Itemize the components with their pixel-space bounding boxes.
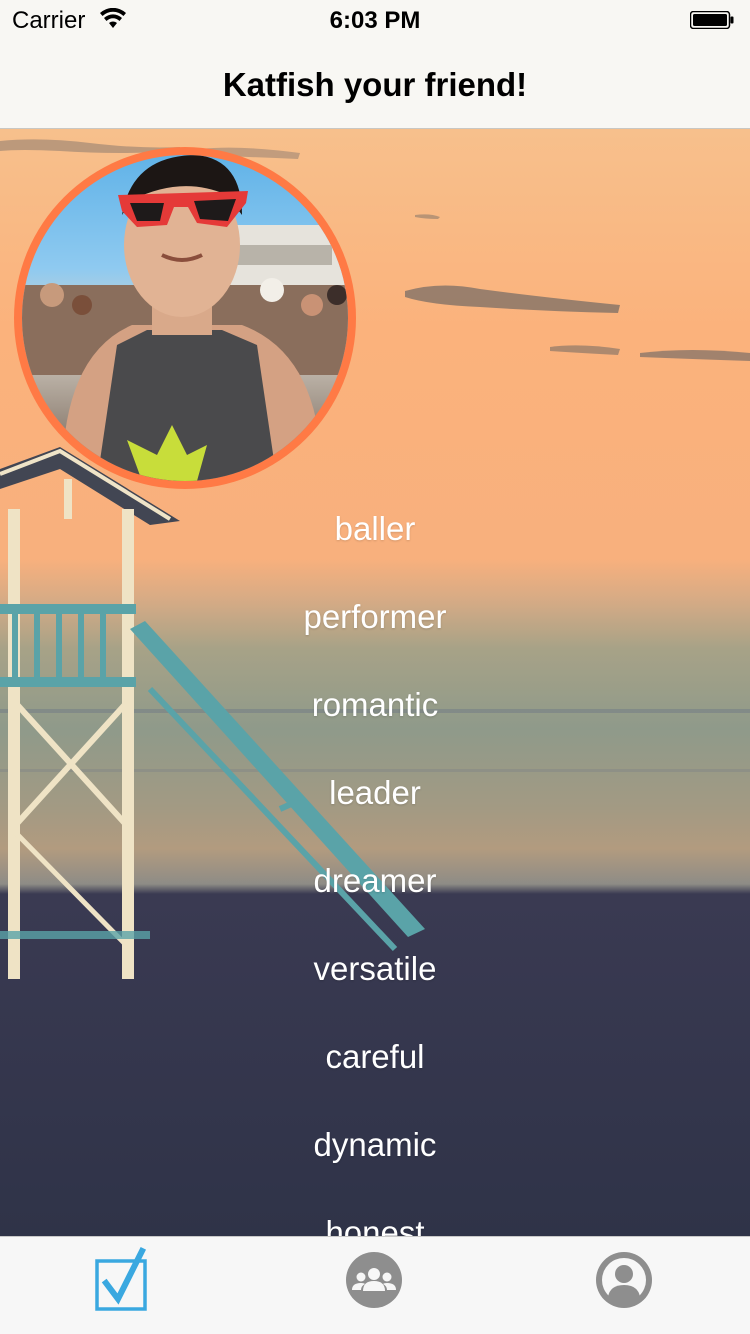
trait-option[interactable]: versatile — [0, 937, 750, 1025]
avatar-photo — [22, 155, 348, 481]
page-title: Katfish your friend! — [222, 66, 528, 103]
trait-option[interactable]: dreamer — [0, 849, 750, 937]
trait-list[interactable]: baller performer romantic leader dreamer… — [0, 497, 750, 1289]
trait-option[interactable]: leader — [0, 761, 750, 849]
tab-friends[interactable] — [334, 1243, 414, 1323]
trait-option[interactable]: baller — [0, 497, 750, 585]
status-bar: Carrier 6:03 PM — [0, 0, 750, 40]
trait-option[interactable]: dynamic — [0, 1113, 750, 1201]
trait-option[interactable]: performer — [0, 585, 750, 673]
tab-bar — [0, 1236, 750, 1334]
checklist-icon — [95, 1246, 147, 1311]
tab-profile[interactable] — [584, 1243, 664, 1323]
status-time: 6:03 PM — [329, 7, 421, 34]
friends-group-icon — [346, 1252, 402, 1308]
profile-icon — [596, 1252, 652, 1308]
battery-icon — [689, 10, 734, 30]
profile-avatar[interactable] — [14, 147, 356, 489]
trait-option[interactable]: careful — [0, 1025, 750, 1113]
tab-checklist[interactable] — [84, 1243, 164, 1323]
navigation-bar: Katfish your friend! — [0, 40, 750, 129]
screen: Carrier 6:03 PM Katfish your friend! bal… — [0, 0, 750, 1334]
trait-option[interactable]: romantic — [0, 673, 750, 761]
